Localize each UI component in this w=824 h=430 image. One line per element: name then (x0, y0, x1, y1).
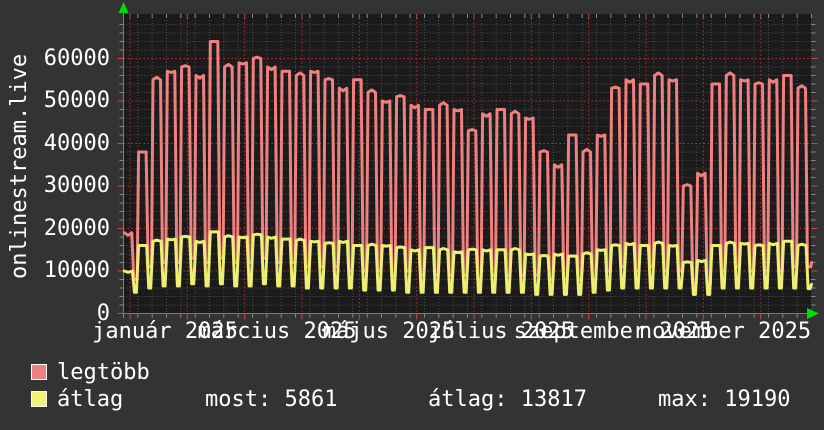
atlag-legend-label: átlag (57, 389, 123, 411)
stat-atlag: átlag: 13817 (428, 389, 587, 411)
legtobb-legend-swatch (31, 364, 47, 380)
atlag-legend-swatch (31, 391, 47, 407)
legtobb-legend-label: legtöbb (57, 362, 150, 384)
x-axis-label: november 2025 (615, 321, 824, 343)
y-axis-arrow-icon (119, 2, 129, 13)
y-axis-label: 10000 (0, 260, 110, 282)
rrd-graph: onlinestream.live 0100002000030000400005… (0, 0, 824, 430)
y-axis-label: 20000 (0, 218, 110, 240)
y-axis-label: 40000 (0, 133, 110, 155)
y-axis-label: 30000 (0, 175, 110, 197)
x-axis-arrow-icon (807, 308, 819, 319)
stat-most: most: 5861 (205, 389, 337, 411)
stat-max: max: 19190 (658, 389, 790, 411)
y-axis-label: 50000 (0, 90, 110, 112)
y-axis-label: 60000 (0, 48, 110, 70)
